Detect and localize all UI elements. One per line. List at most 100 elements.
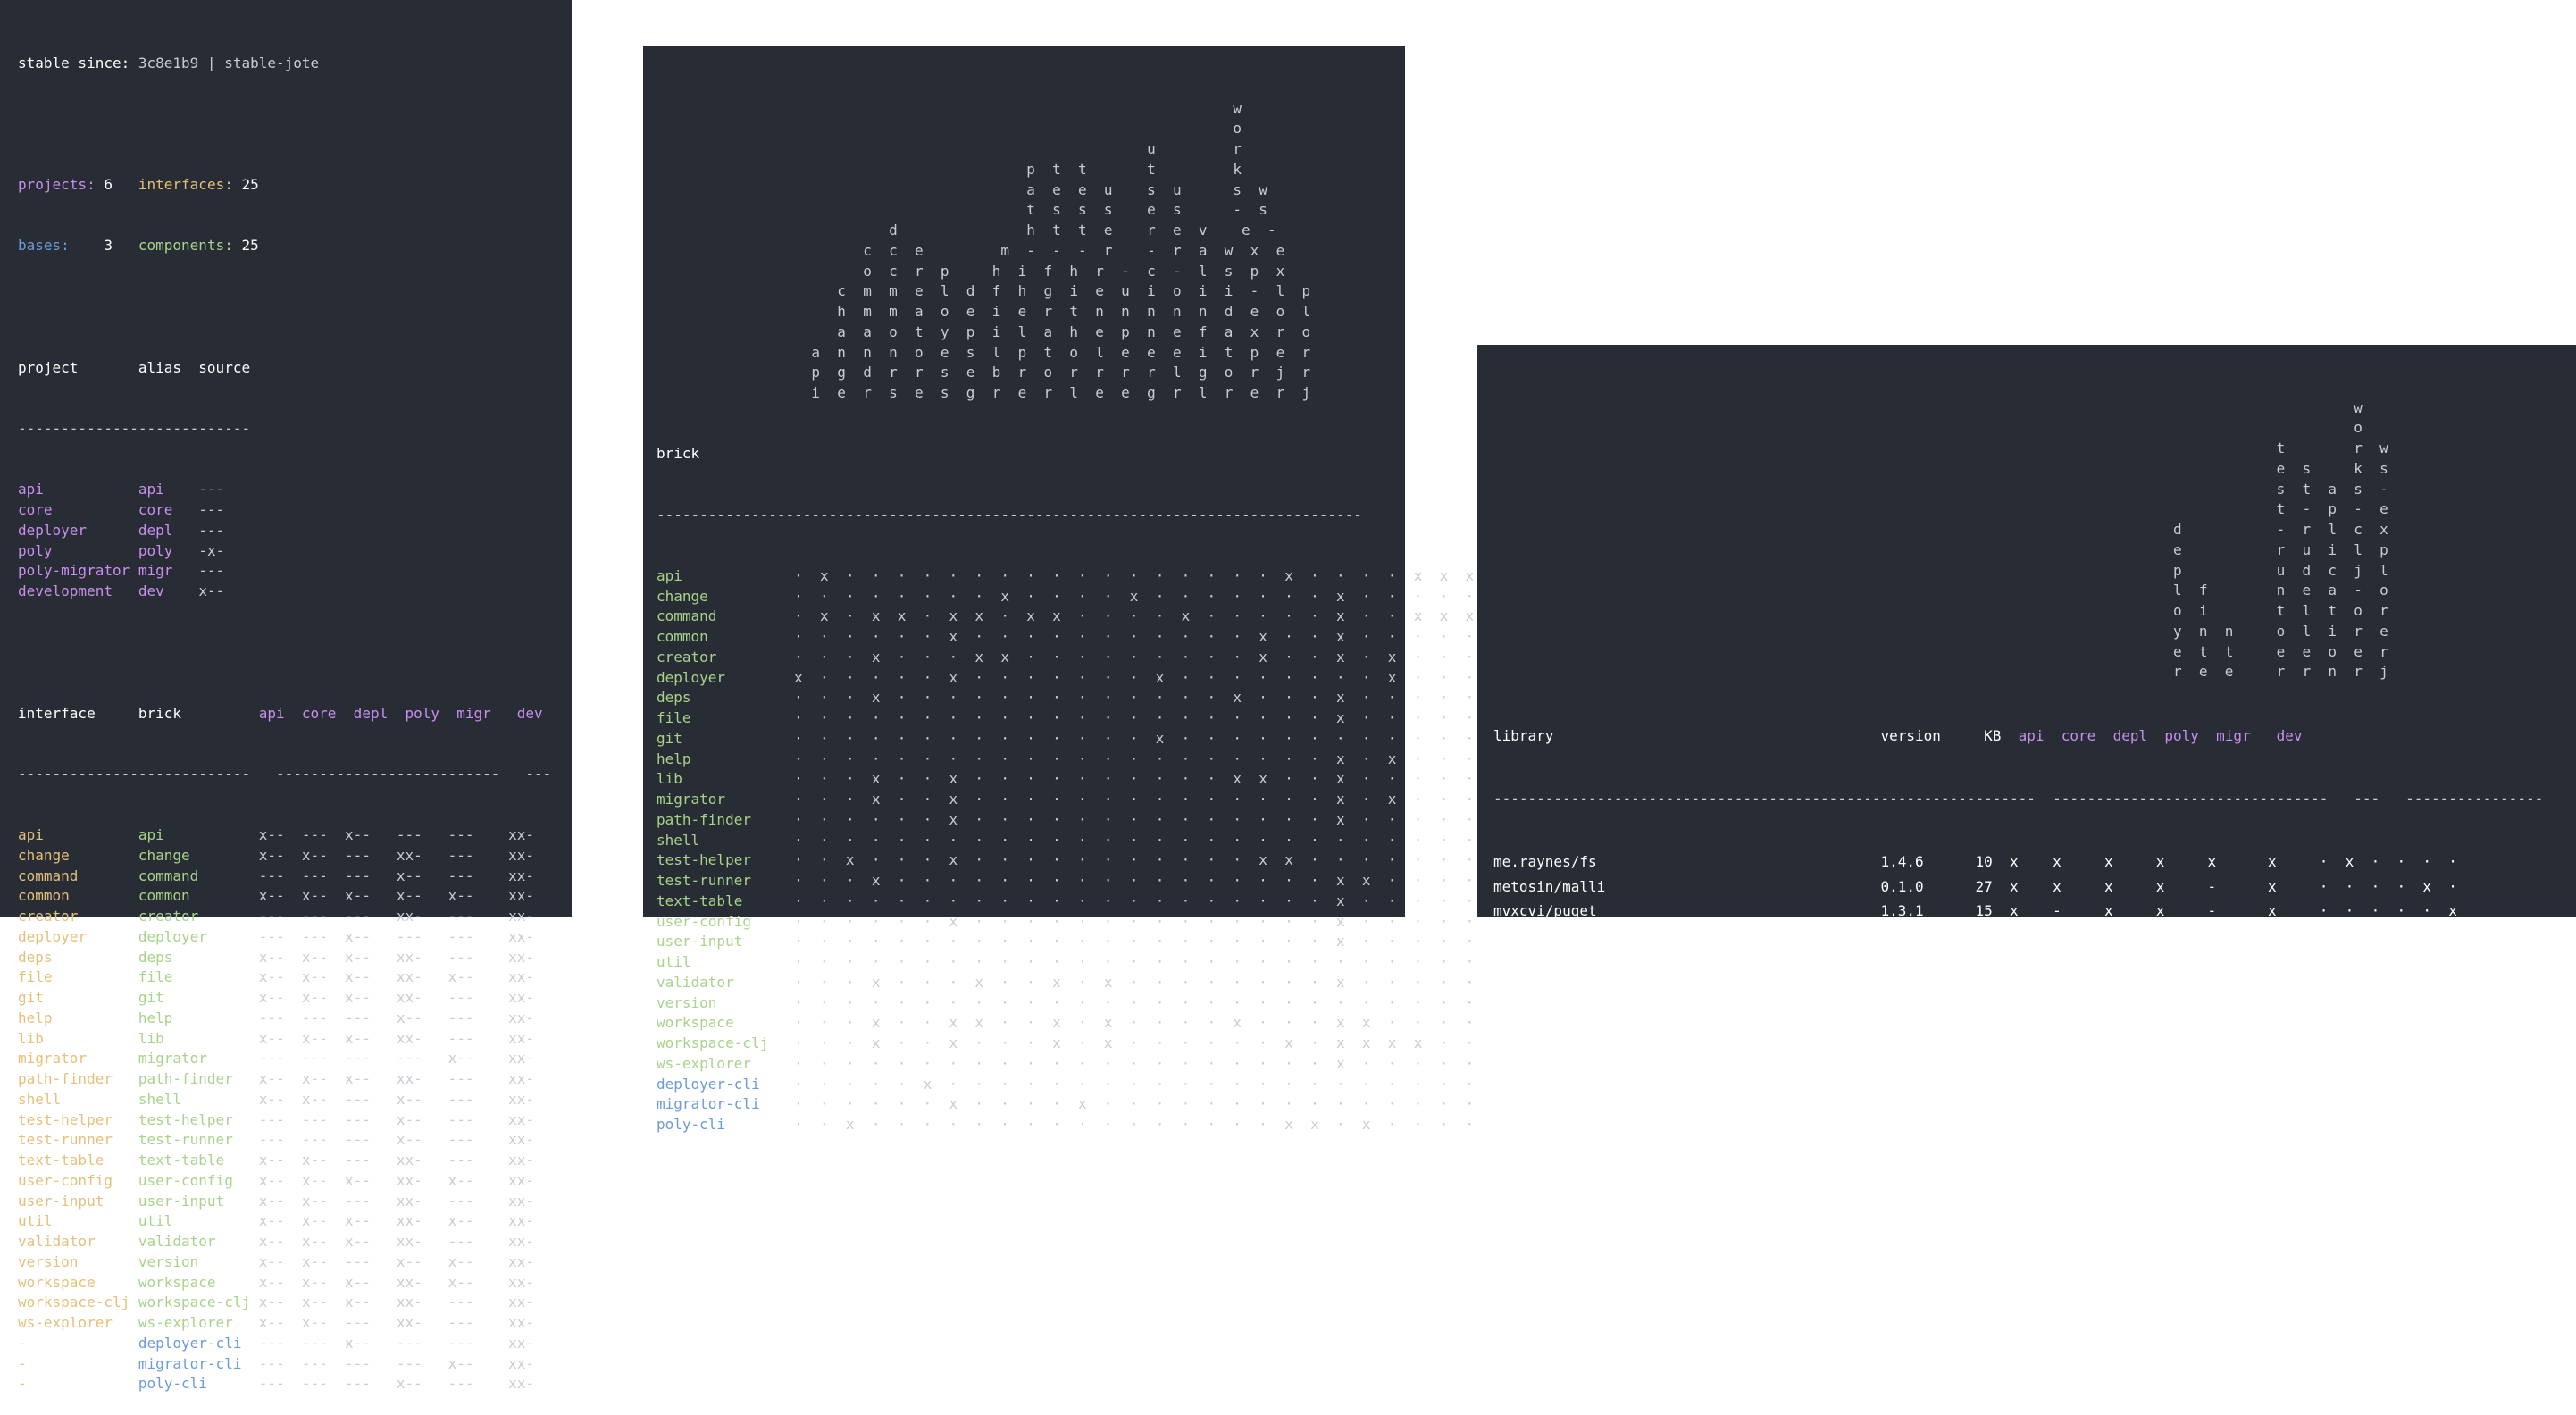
library-name: org.clojure/clojure bbox=[1493, 976, 1881, 994]
interface-name: test-runner bbox=[18, 1131, 138, 1149]
pad bbox=[1993, 976, 2010, 993]
matrix-brick-name: test-helper bbox=[657, 851, 795, 869]
library-version: 1.3.1 bbox=[1880, 902, 1950, 920]
brick-row: command command --- --- --- x-- --- xx- bbox=[18, 867, 572, 887]
pad bbox=[2277, 1001, 2320, 1018]
project-row: core core --- bbox=[18, 500, 572, 521]
pad bbox=[657, 344, 803, 361]
pad bbox=[657, 161, 803, 178]
project-name: api bbox=[18, 481, 130, 498]
libs-header-line: d - r l c x bbox=[1493, 520, 2576, 540]
brick-project-cols: --- --- --- --- x-- xx- bbox=[258, 1050, 534, 1068]
libs-header-line: o bbox=[1493, 418, 2576, 439]
library-name: org.apache.logging.log4j/log4j-core bbox=[1493, 927, 1881, 944]
library-name: org.clojure/tools.deps.alpha bbox=[1493, 1001, 1881, 1019]
matrix-row: version · · · · · · · · · · · · · · · · … bbox=[657, 993, 1474, 1014]
matrix-row: util · · · · · · · · · · · · · · · · · ·… bbox=[657, 952, 1474, 973]
interface-name: - bbox=[18, 1375, 138, 1393]
matrix-brick-name: command bbox=[657, 607, 795, 625]
matrix-brick-name: text-table bbox=[657, 892, 795, 909]
brick-project-cols: x-- x-- x-- xx- x-- xx- bbox=[258, 1273, 534, 1291]
library-row: org.apache.logging.log4j/log4j-slf4j-imp… bbox=[1493, 949, 2576, 974]
libs-column-names: t - p - e bbox=[1493, 500, 2388, 518]
library-version: 2.13.3 bbox=[1880, 927, 1950, 944]
libs-rule-left: ----------------------------------------… bbox=[1493, 789, 2053, 807]
matrix-row: migrator-cli · · · · · · x · · · · x · ·… bbox=[657, 1094, 1474, 1115]
matrix-row: help · · · · · · · · · · · · · · · · · ·… bbox=[657, 749, 1474, 770]
matrix-brick-name: deployer bbox=[657, 668, 795, 686]
interface-name: help bbox=[18, 1009, 138, 1026]
bricks-header-left: interface brick bbox=[18, 704, 259, 722]
library-kb: 3,816 bbox=[1949, 976, 1993, 994]
matrix-row: ws-explorer · · · · · · · · · · · · · · … bbox=[657, 1054, 1474, 1075]
pad bbox=[1993, 927, 2010, 944]
matrix-cells: · x · · · · · · · · · · · · · · · · · x … bbox=[794, 566, 1475, 584]
pad bbox=[1993, 902, 2010, 919]
library-version: 1.4.6 bbox=[1880, 852, 1950, 870]
brick-name: command bbox=[138, 867, 259, 884]
matrix-header: w o u r p t t t k a e e u s u s w t s s … bbox=[657, 99, 1405, 404]
matrix-header-line: a a o t y p i l a h e p n e f a x r o bbox=[657, 322, 1405, 343]
matrix-brick-name: creator bbox=[657, 648, 795, 666]
workspace-info-panel: stable since: 3c8e1b9 | stable-jote proj… bbox=[0, 0, 572, 1392]
matrix-header-line: u r bbox=[657, 139, 1405, 160]
pad bbox=[657, 303, 803, 320]
pad bbox=[2277, 853, 2320, 870]
matrix-brick-name: migrator-cli bbox=[657, 1095, 795, 1113]
pad bbox=[1993, 952, 2010, 969]
project-alias: depl bbox=[138, 521, 199, 539]
matrix-row: user-input · · · · · · · · · · · · · · ·… bbox=[657, 932, 1474, 952]
brick-project-cols: x-- x-- --- xx- --- xx- bbox=[258, 1151, 534, 1168]
bricks-header-cols: api core depl poly migr dev bbox=[258, 704, 543, 722]
library-name: org.apache.logging.log4j/log4j-slf4j-imp… bbox=[1493, 951, 1881, 969]
matrix-row: user-config · · · · · · x · · · · · · · … bbox=[657, 912, 1474, 933]
matrix-cells: · · x · · · x · · · · · · · · · · · x x … bbox=[794, 851, 1475, 869]
matrix-cells: · · · x · · x · · · · · · · · · · x x · … bbox=[794, 770, 1475, 788]
brick-project-cols: --- --- --- x-- --- xx- bbox=[258, 1131, 534, 1149]
project-alias: dev bbox=[138, 582, 199, 599]
pad bbox=[657, 140, 803, 157]
interface-name: common bbox=[18, 887, 138, 905]
libs-header-line: e s k s bbox=[1493, 459, 2576, 480]
matrix-cells: · · · · · · · · · · · · · · x · · · · · … bbox=[794, 729, 1475, 747]
brick-project-cols: x-- x-- x-- xx- --- xx- bbox=[258, 1029, 534, 1047]
matrix-brick-header: brick bbox=[657, 445, 803, 463]
brick-row: shell shell x-- x-- --- x-- --- xx- bbox=[18, 1090, 572, 1110]
libs-column-names: l f n e a - o bbox=[1493, 582, 2388, 599]
brick-project-cols: x-- x-- x-- xx- --- xx- bbox=[258, 1070, 534, 1087]
matrix-row: workspace · · · x · · x x · · x · x · · … bbox=[657, 1013, 1474, 1034]
interface-name: api bbox=[18, 826, 138, 843]
library-brick-cells: · · · · x · bbox=[2319, 877, 2457, 895]
brick-row: user-config user-config x-- x-- x-- xx- … bbox=[18, 1171, 572, 1192]
matrix-brick-name: deps bbox=[657, 689, 795, 707]
libs-column-names: d - r l c x bbox=[1493, 521, 2388, 538]
matrix-cells: · · · · · · x · · · · · · · · · · · · · … bbox=[794, 810, 1475, 828]
library-kb: 1,673 bbox=[1949, 927, 1993, 944]
libs-title-cols: api core depl poly migr dev bbox=[2018, 726, 2303, 744]
matrix-header-line: a n n n o e s l p t o l e e e i t p e r bbox=[657, 343, 1405, 364]
libs-column-names: s t a s - bbox=[1493, 480, 2388, 498]
brick-row: creator creator --- --- --- xx- --- xx- bbox=[18, 907, 572, 927]
pad bbox=[657, 323, 803, 340]
project-source: -x- bbox=[198, 541, 225, 559]
brick-name: file bbox=[138, 968, 259, 986]
interface-name: workspace-clj bbox=[18, 1294, 138, 1311]
library-project-cols: x x x x - x bbox=[2009, 877, 2277, 895]
matrix-brick-name: ws-explorer bbox=[657, 1054, 795, 1072]
matrix-row: change · · · · · · · · x · · · · x · · ·… bbox=[657, 587, 1474, 607]
brick-name: test-runner bbox=[138, 1131, 259, 1149]
interface-name: user-config bbox=[18, 1171, 138, 1189]
libs-rule-cols: -------------------------------- --- ---… bbox=[2053, 789, 2544, 807]
library-brick-cells: · · · · · x bbox=[2319, 902, 2457, 920]
interface-name: util bbox=[18, 1212, 138, 1230]
matrix-row: deployer x · · · · · x · · · · · · · x ·… bbox=[657, 668, 1474, 689]
matrix-header-line: o bbox=[657, 119, 1405, 139]
pad bbox=[1993, 1001, 2010, 1018]
matrix-brick-name: git bbox=[657, 729, 795, 747]
matrix-cells: · · · · · · · · · · · · · · · · · · · · … bbox=[794, 1054, 1475, 1072]
brick-name: git bbox=[138, 989, 259, 1006]
brick-name: validator bbox=[138, 1233, 259, 1250]
deps-matrix-panel: w o u r p t t t k a e e u s u s w t s s … bbox=[643, 46, 1474, 1133]
